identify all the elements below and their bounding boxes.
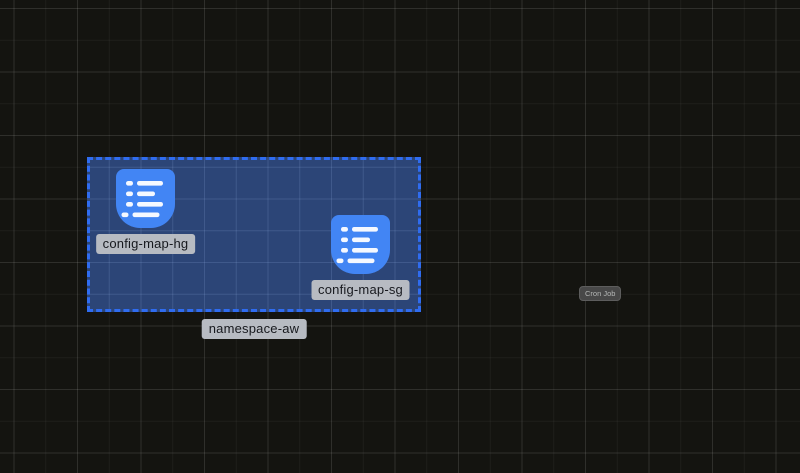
node-label: config-map-hg: [96, 234, 196, 254]
configmap-icon: [116, 169, 175, 228]
configmap-node-hg[interactable]: [116, 169, 175, 228]
configmap-icon: [331, 215, 390, 274]
node-label: config-map-sg: [311, 280, 410, 300]
configmap-node-sg[interactable]: [331, 215, 390, 274]
namespace-label[interactable]: namespace-aw: [202, 319, 307, 339]
namespace-group[interactable]: config-map-hg config-m: [87, 157, 421, 312]
cronjob-label[interactable]: Cron Job: [579, 286, 621, 301]
design-canvas[interactable]: config-map-hg config-m: [0, 0, 800, 473]
